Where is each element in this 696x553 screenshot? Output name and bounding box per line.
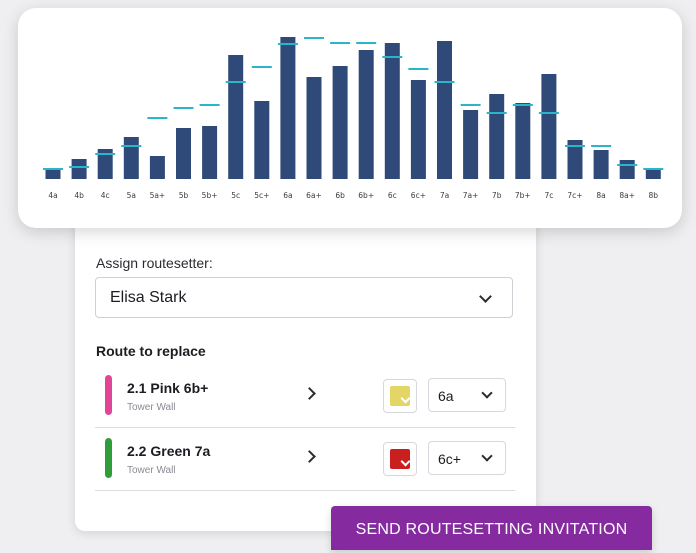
- x-tick-label: 6c+: [411, 191, 426, 200]
- bar-5b+: [202, 126, 218, 179]
- bar-5a+: [149, 156, 165, 179]
- bar-5a: [123, 137, 139, 179]
- bar-7b: [489, 94, 505, 179]
- bar-6c: [384, 43, 400, 179]
- chevron-down-icon: [479, 290, 492, 303]
- bar-6a+: [306, 77, 322, 179]
- x-tick-label: 5b+: [202, 191, 218, 200]
- route-wall: Tower Wall: [127, 465, 176, 476]
- send-button-label: SEND ROUTESETTING INVITATION: [355, 521, 628, 538]
- bar-5b: [176, 128, 191, 179]
- route-row: 2.1 Pink 6b+ Tower Wall 6a: [95, 365, 515, 428]
- route-color-stripe: [105, 438, 112, 478]
- x-tick-label: 6b+: [358, 191, 374, 200]
- x-tick-label: 4a: [48, 191, 57, 200]
- route-name: 2.1 Pink 6b+: [127, 380, 209, 396]
- x-tick-label: 5a: [127, 191, 136, 200]
- route-color-picker[interactable]: [383, 379, 417, 413]
- x-tick-label: 7c+: [567, 191, 582, 200]
- color-swatch: [390, 449, 411, 469]
- grade-select-value: 6a: [438, 388, 454, 404]
- x-tick-label: 4b: [74, 191, 84, 200]
- assign-routesetter-label: Assign routesetter:: [96, 255, 213, 271]
- bar-6a: [280, 37, 296, 179]
- chevron-right-icon[interactable]: [303, 387, 316, 400]
- bar-5c: [228, 55, 244, 179]
- x-tick-label: 8a+: [619, 191, 635, 200]
- x-tick-label: 7a+: [463, 191, 479, 200]
- chevron-right-icon[interactable]: [303, 450, 316, 463]
- bar-7a+: [463, 110, 479, 179]
- x-tick-label: 4c: [101, 191, 110, 200]
- x-tick-label: 8b: [649, 191, 659, 200]
- grade-select[interactable]: 6c+: [428, 441, 506, 475]
- x-tick-label: 7c: [544, 191, 553, 200]
- route-color-stripe: [105, 375, 112, 415]
- x-tick-label: 5c+: [254, 191, 269, 200]
- grade-select[interactable]: 6a: [428, 378, 506, 412]
- x-tick-label: 5b: [179, 191, 189, 200]
- routesetting-form-panel: Assign routesetter: Elisa Stark Route to…: [75, 205, 536, 531]
- route-to-replace-heading: Route to replace: [96, 343, 206, 359]
- bar-8a: [593, 150, 609, 179]
- grade-distribution-chart-card: 4a 4b 4c 5a 5a+ 5b 5b+ 5c 5c+ 6a 6a+ 6b 6b+ 6c 6c+ 7a 7a…: [18, 8, 682, 228]
- route-wall: Tower Wall: [127, 402, 176, 413]
- bar-6b: [332, 66, 348, 179]
- x-tick-label: 5c: [231, 191, 240, 200]
- grade-distribution-chart: 4a 4b 4c 5a 5a+ 5b 5b+ 5c 5c+ 6a 6a+ 6b 6b+ 6c 6c+ 7a 7a…: [43, 37, 664, 200]
- chevron-down-icon: [481, 387, 493, 399]
- bar-5c+: [254, 101, 270, 179]
- x-tick-label: 8a: [596, 191, 605, 200]
- x-tick-label: 6b: [335, 191, 345, 200]
- bar-7c: [541, 74, 557, 179]
- route-color-picker[interactable]: [383, 442, 417, 476]
- bar-8a+: [619, 160, 635, 179]
- x-tick-label: 7b+: [515, 191, 531, 200]
- color-swatch: [390, 386, 411, 406]
- bar-4a: [45, 169, 61, 179]
- bar-6c+: [410, 80, 426, 179]
- x-tick-label: 5a+: [150, 191, 166, 200]
- routesetter-select[interactable]: Elisa Stark: [95, 277, 513, 318]
- grade-select-value: 6c+: [438, 451, 461, 467]
- bar-4b: [71, 159, 87, 179]
- chevron-down-icon: [400, 393, 411, 404]
- x-tick-label: 6a+: [306, 191, 322, 200]
- chevron-down-icon: [481, 450, 493, 462]
- x-tick-label: 7a: [440, 191, 449, 200]
- x-tick-label: 6c: [388, 191, 397, 200]
- route-name: 2.2 Green 7a: [127, 443, 211, 459]
- route-row: 2.2 Green 7a Tower Wall 6c+: [95, 428, 515, 491]
- x-tick-label: 6a: [283, 191, 292, 200]
- chevron-down-icon: [400, 456, 411, 467]
- send-routesetting-invitation-button[interactable]: SEND ROUTESETTING INVITATION: [331, 506, 652, 550]
- bar-6b+: [358, 50, 374, 179]
- routesetter-select-value: Elisa Stark: [110, 289, 187, 306]
- x-tick-label: 7b: [492, 191, 502, 200]
- bar-7a: [437, 41, 452, 179]
- bar-7b+: [515, 103, 531, 179]
